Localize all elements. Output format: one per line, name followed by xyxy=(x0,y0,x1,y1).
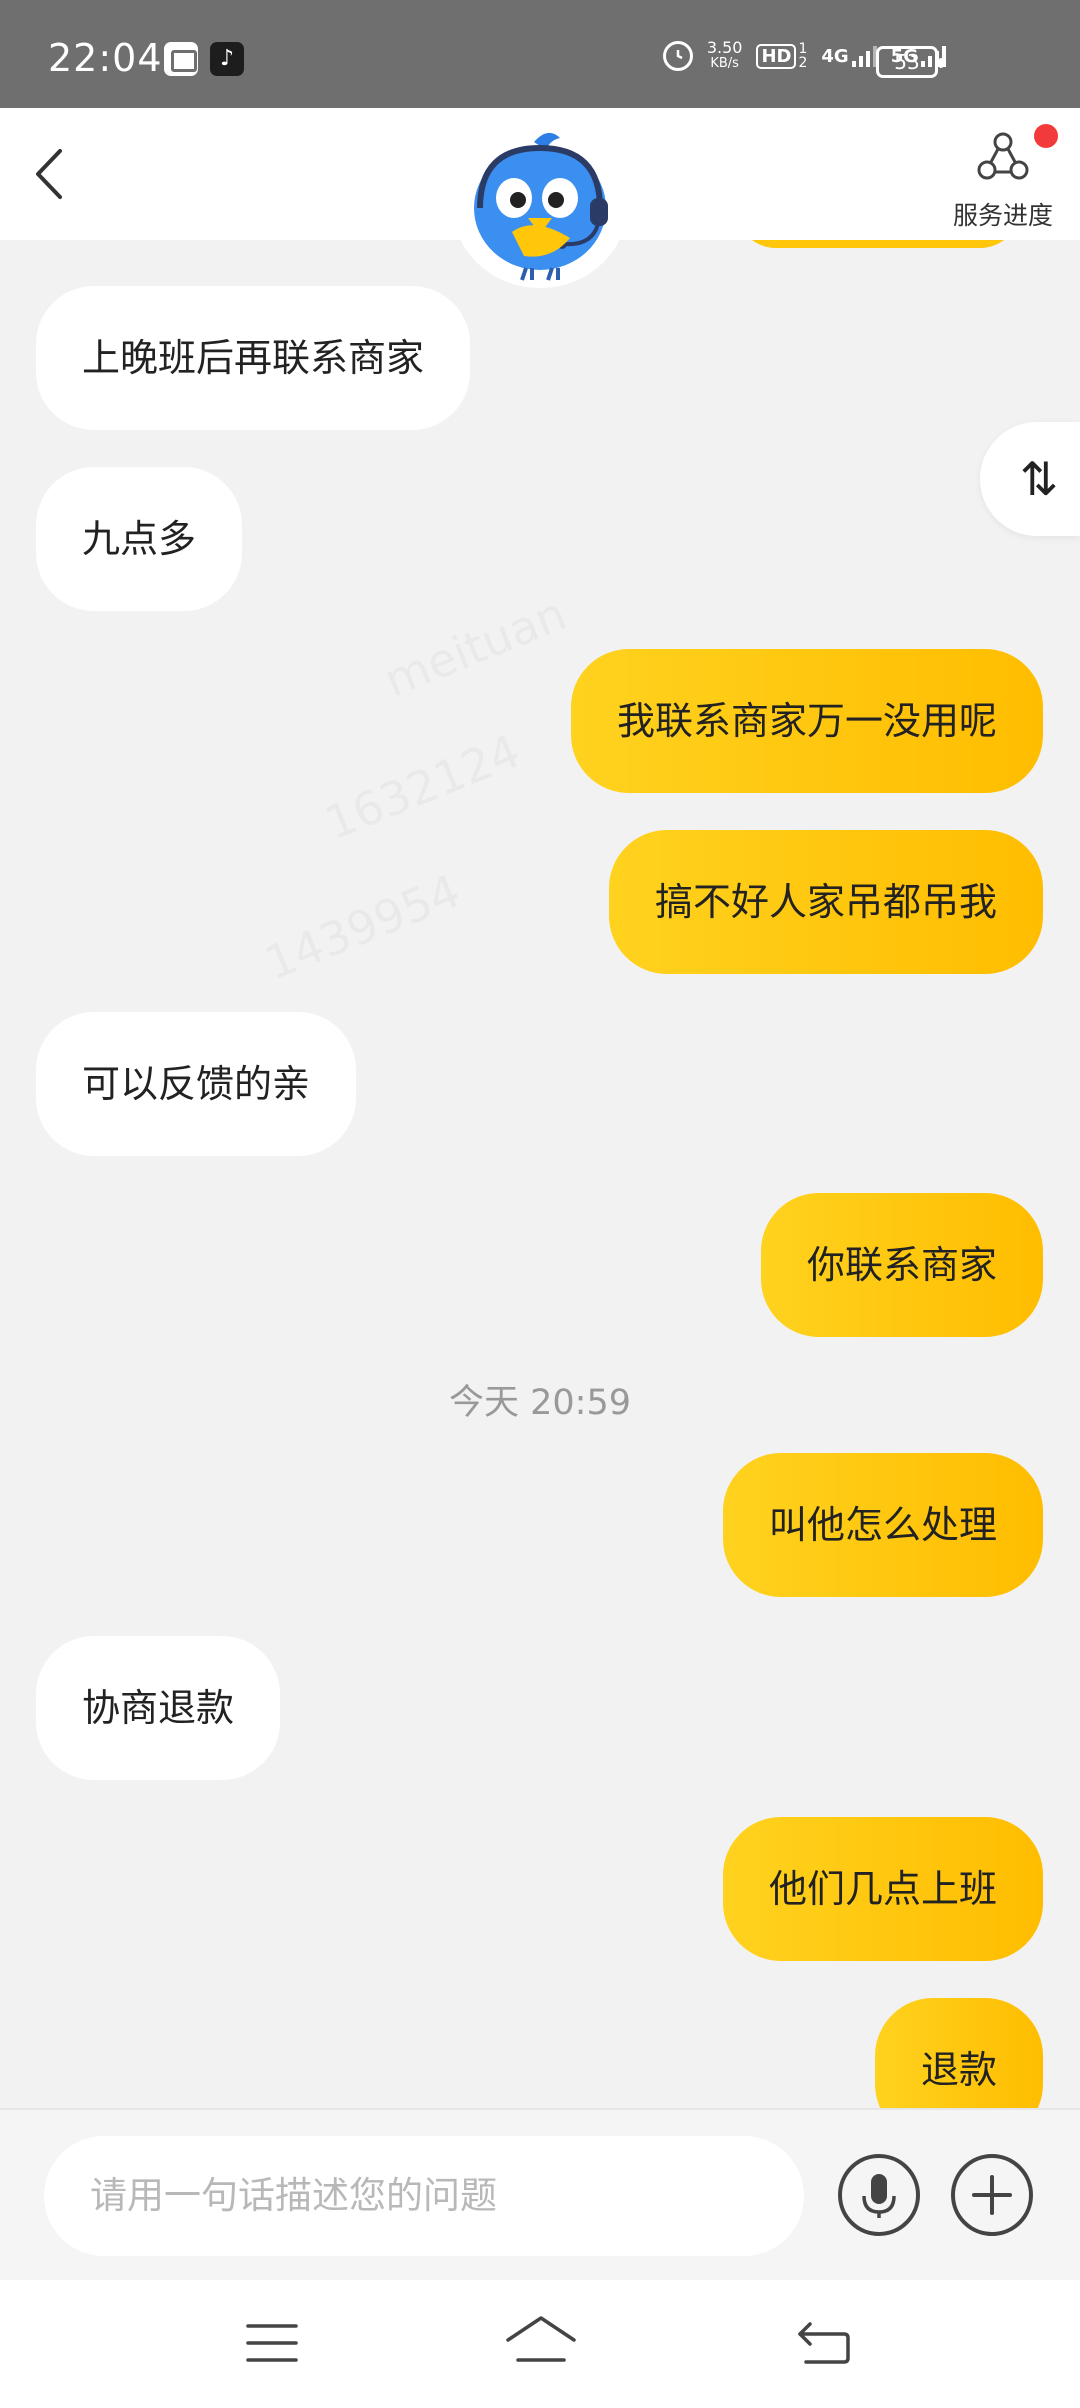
gallery-notification-icon xyxy=(164,42,198,76)
hd-indicator: HD xyxy=(756,43,797,69)
service-progress-button[interactable]: 服务进度 xyxy=(948,124,1058,234)
message-timestamp: 今天 20:59 xyxy=(449,1383,631,1423)
service-progress-label: 服务进度 xyxy=(952,201,1053,230)
message-input[interactable]: 请用一句话描述您的问题 xyxy=(44,2136,804,2256)
message-bubble-received: 协商退款 xyxy=(36,1636,281,1780)
watermark: 1632124 xyxy=(317,724,527,851)
tiktok-notification-icon: ♪ xyxy=(210,42,244,76)
chat-message-list[interactable]: meituan 1632124 1439954 上晚班后再联系商家 九点多 我联… xyxy=(0,240,1080,2108)
swap-arrows-icon: ⇅ xyxy=(1019,452,1059,506)
plus-icon xyxy=(972,2175,1012,2215)
input-bar: 请用一句话描述您的问题 xyxy=(0,2108,1080,2280)
battery-icon: 53 xyxy=(876,46,943,78)
status-bar: 22:04 ♪ 3.50 KB/s HD 1 2 4G 5G 53 xyxy=(0,0,1080,108)
microphone-icon xyxy=(862,2174,896,2218)
partial-previous-bubble xyxy=(736,240,1020,248)
message-bubble-sent: 搞不好人家吊都吊我 xyxy=(608,830,1043,974)
assistant-avatar xyxy=(452,120,628,288)
signal-4g-icon xyxy=(851,45,877,67)
home-icon[interactable] xyxy=(504,2314,578,2370)
message-bubble-received: 九点多 xyxy=(36,467,243,611)
watermark: 1439954 xyxy=(257,864,467,991)
service-progress-icon xyxy=(977,132,1029,180)
status-time: 22:04 xyxy=(48,36,163,80)
hd-sub-top: 1 xyxy=(798,41,808,57)
net-speed: 3.50 KB/s xyxy=(707,40,743,72)
back-icon[interactable] xyxy=(30,148,78,200)
battery-level: 53 xyxy=(894,50,920,74)
message-bubble-sent: 我联系商家万一没用呢 xyxy=(570,649,1043,793)
menu-icon[interactable] xyxy=(244,2320,300,2370)
hd-sub-bottom: 2 xyxy=(798,55,808,71)
message-bubble-received: 可以反馈的亲 xyxy=(36,1012,357,1156)
watermark: meituan xyxy=(377,586,574,707)
network-4g: 4G xyxy=(821,46,849,67)
system-navigation-bar xyxy=(0,2280,1080,2408)
message-bubble-sent: 叫他怎么处理 xyxy=(722,1453,1043,1597)
message-bubble-sent: 他们几点上班 xyxy=(722,1817,1043,1961)
message-bubble-sent: 退款 xyxy=(874,1998,1043,2108)
alarm-icon xyxy=(662,41,693,71)
net-speed-value: 3.50 xyxy=(706,38,743,57)
voice-input-button[interactable] xyxy=(838,2154,920,2236)
more-options-button[interactable] xyxy=(951,2154,1033,2236)
net-speed-unit: KB/s xyxy=(710,56,739,71)
notification-dot xyxy=(1034,124,1058,148)
back-nav-icon[interactable] xyxy=(796,2320,852,2370)
message-bubble-sent: 你联系商家 xyxy=(760,1193,1043,1337)
message-bubble-received: 上晚班后再联系商家 xyxy=(36,286,471,430)
